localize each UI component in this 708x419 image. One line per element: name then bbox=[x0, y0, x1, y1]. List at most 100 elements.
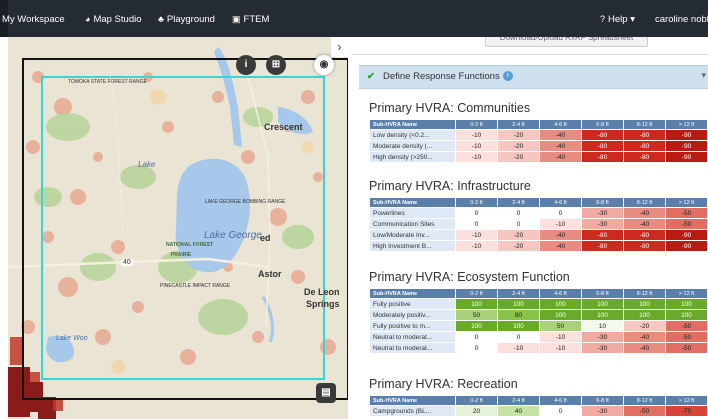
response-value-cell[interactable]: -10 bbox=[539, 342, 582, 354]
response-value-cell[interactable]: -30 bbox=[581, 218, 624, 230]
response-value-cell[interactable]: -80 bbox=[623, 229, 666, 241]
response-value-cell[interactable]: 40 bbox=[497, 405, 540, 417]
info-icon[interactable]: i bbox=[236, 55, 256, 75]
response-value-cell[interactable]: 100 bbox=[623, 309, 666, 321]
response-value-cell[interactable]: 50 bbox=[455, 309, 498, 321]
response-value-cell[interactable]: 100 bbox=[497, 298, 540, 310]
download-upload-button[interactable]: Download/Upload RxRF Spreadsheet bbox=[485, 37, 648, 47]
response-value-cell[interactable]: -80 bbox=[581, 229, 624, 241]
response-value-cell[interactable]: -80 bbox=[623, 151, 666, 163]
response-value-cell[interactable]: -80 bbox=[623, 140, 666, 152]
response-value-cell[interactable]: 20 bbox=[455, 405, 498, 417]
response-value-cell[interactable]: -50 bbox=[665, 320, 708, 332]
response-value-cell[interactable]: 0 bbox=[455, 331, 498, 343]
response-value-cell[interactable]: -40 bbox=[623, 342, 666, 354]
response-value-cell[interactable]: 100 bbox=[665, 309, 708, 321]
response-value-cell[interactable]: 0 bbox=[539, 405, 582, 417]
response-value-cell[interactable]: 100 bbox=[665, 298, 708, 310]
nav-playground[interactable]: ♣ Playground bbox=[158, 14, 215, 25]
response-value-cell[interactable]: -30 bbox=[581, 207, 624, 219]
nav-my-workspace[interactable]: My Workspace bbox=[2, 14, 65, 25]
response-value-cell[interactable]: -90 bbox=[665, 151, 708, 163]
response-value-cell[interactable]: 100 bbox=[581, 298, 624, 310]
response-value-cell[interactable]: -30 bbox=[581, 331, 624, 343]
response-value-cell[interactable]: 0 bbox=[455, 342, 498, 354]
response-value-cell[interactable]: -80 bbox=[623, 240, 666, 252]
response-value-cell[interactable]: -20 bbox=[497, 240, 540, 252]
response-value-cell[interactable]: 100 bbox=[539, 309, 582, 321]
response-value-cell[interactable]: -30 bbox=[581, 405, 624, 417]
sub-hvra-name: Low/Moderate Inv... bbox=[369, 229, 456, 241]
response-value-cell[interactable]: -10 bbox=[455, 129, 498, 141]
response-value-cell[interactable]: -10 bbox=[455, 151, 498, 163]
nav-playground-label: Playground bbox=[166, 14, 215, 25]
column-header: > 12 ft bbox=[665, 197, 708, 208]
response-value-cell[interactable]: -70 bbox=[665, 405, 708, 417]
response-value-cell[interactable]: -40 bbox=[539, 140, 582, 152]
map-label-crescent: Crescent bbox=[264, 122, 303, 132]
response-value-cell[interactable]: 0 bbox=[455, 207, 498, 219]
response-value-cell[interactable]: 0 bbox=[539, 207, 582, 219]
info-circle-icon[interactable]: i bbox=[502, 71, 513, 82]
response-value-cell[interactable]: -80 bbox=[581, 140, 624, 152]
response-value-cell[interactable]: -90 bbox=[665, 140, 708, 152]
response-value-cell[interactable]: -50 bbox=[665, 218, 708, 230]
response-value-cell[interactable]: 100 bbox=[539, 298, 582, 310]
nav-map-studio[interactable]: ◕ Map Studio bbox=[85, 14, 142, 25]
response-value-cell[interactable]: 80 bbox=[497, 309, 540, 321]
response-value-cell[interactable]: -40 bbox=[539, 129, 582, 141]
response-value-cell[interactable]: -10 bbox=[455, 229, 498, 241]
response-value-cell[interactable]: 100 bbox=[455, 298, 498, 310]
sub-hvra-name: Powerlines bbox=[369, 207, 456, 219]
response-value-cell[interactable]: 100 bbox=[497, 320, 540, 332]
table-row: Fully positive to m... 100 100 50 10 -20 -50 bbox=[369, 320, 708, 332]
response-value-cell[interactable]: -40 bbox=[539, 151, 582, 163]
response-value-cell[interactable]: 100 bbox=[581, 309, 624, 321]
response-value-cell[interactable]: -20 bbox=[497, 129, 540, 141]
column-header: 2-4 ft bbox=[497, 119, 540, 130]
response-value-cell[interactable]: -80 bbox=[581, 129, 624, 141]
response-value-cell[interactable]: 100 bbox=[623, 298, 666, 310]
response-value-cell[interactable]: -10 bbox=[455, 240, 498, 252]
response-value-cell[interactable]: -20 bbox=[623, 320, 666, 332]
response-value-cell[interactable]: -10 bbox=[497, 342, 540, 354]
response-value-cell[interactable]: -90 bbox=[665, 229, 708, 241]
response-value-cell[interactable]: -40 bbox=[539, 229, 582, 241]
response-value-cell[interactable]: -10 bbox=[539, 331, 582, 343]
response-value-cell[interactable]: -50 bbox=[665, 331, 708, 343]
response-value-cell[interactable]: -40 bbox=[623, 207, 666, 219]
response-value-cell[interactable]: -50 bbox=[665, 342, 708, 354]
eye-icon[interactable]: ◉ bbox=[314, 55, 334, 75]
nav-ftem[interactable]: ▣ FTEM bbox=[232, 14, 269, 25]
define-response-functions-header[interactable]: ✔ Define Response Functions i ▾ bbox=[359, 65, 708, 89]
response-value-cell[interactable]: -10 bbox=[539, 218, 582, 230]
response-value-cell[interactable]: -80 bbox=[581, 240, 624, 252]
response-value-cell[interactable]: -50 bbox=[623, 405, 666, 417]
response-value-cell[interactable]: -50 bbox=[665, 207, 708, 219]
response-value-cell[interactable]: -90 bbox=[665, 129, 708, 141]
response-value-cell[interactable]: 0 bbox=[455, 218, 498, 230]
map-view[interactable]: TOMOKA STATE FOREST RANGE Crescent Lake … bbox=[8, 37, 348, 419]
collapse-panel-chevron-icon[interactable]: › bbox=[331, 37, 348, 57]
response-value-cell[interactable]: 50 bbox=[539, 320, 582, 332]
response-value-cell[interactable]: -30 bbox=[581, 342, 624, 354]
response-value-cell[interactable]: 0 bbox=[497, 331, 540, 343]
response-value-cell[interactable]: -20 bbox=[497, 151, 540, 163]
response-value-cell[interactable]: -20 bbox=[497, 140, 540, 152]
help-menu[interactable]: ? Help ▾ bbox=[600, 14, 635, 25]
response-value-cell[interactable]: -40 bbox=[623, 331, 666, 343]
response-value-cell[interactable]: -90 bbox=[665, 240, 708, 252]
save-icon[interactable]: ▤ bbox=[316, 383, 336, 403]
response-value-cell[interactable]: -40 bbox=[623, 218, 666, 230]
response-value-cell[interactable]: -20 bbox=[497, 229, 540, 241]
response-value-cell[interactable]: 10 bbox=[581, 320, 624, 332]
response-value-cell[interactable]: 100 bbox=[455, 320, 498, 332]
response-value-cell[interactable]: -10 bbox=[455, 140, 498, 152]
user-menu[interactable]: caroline nobl bbox=[655, 14, 708, 25]
response-value-cell[interactable]: 0 bbox=[497, 207, 540, 219]
response-value-cell[interactable]: -80 bbox=[581, 151, 624, 163]
layers-icon[interactable]: ⊞ bbox=[266, 55, 286, 75]
response-value-cell[interactable]: -80 bbox=[623, 129, 666, 141]
response-value-cell[interactable]: 0 bbox=[497, 218, 540, 230]
response-value-cell[interactable]: -40 bbox=[539, 240, 582, 252]
